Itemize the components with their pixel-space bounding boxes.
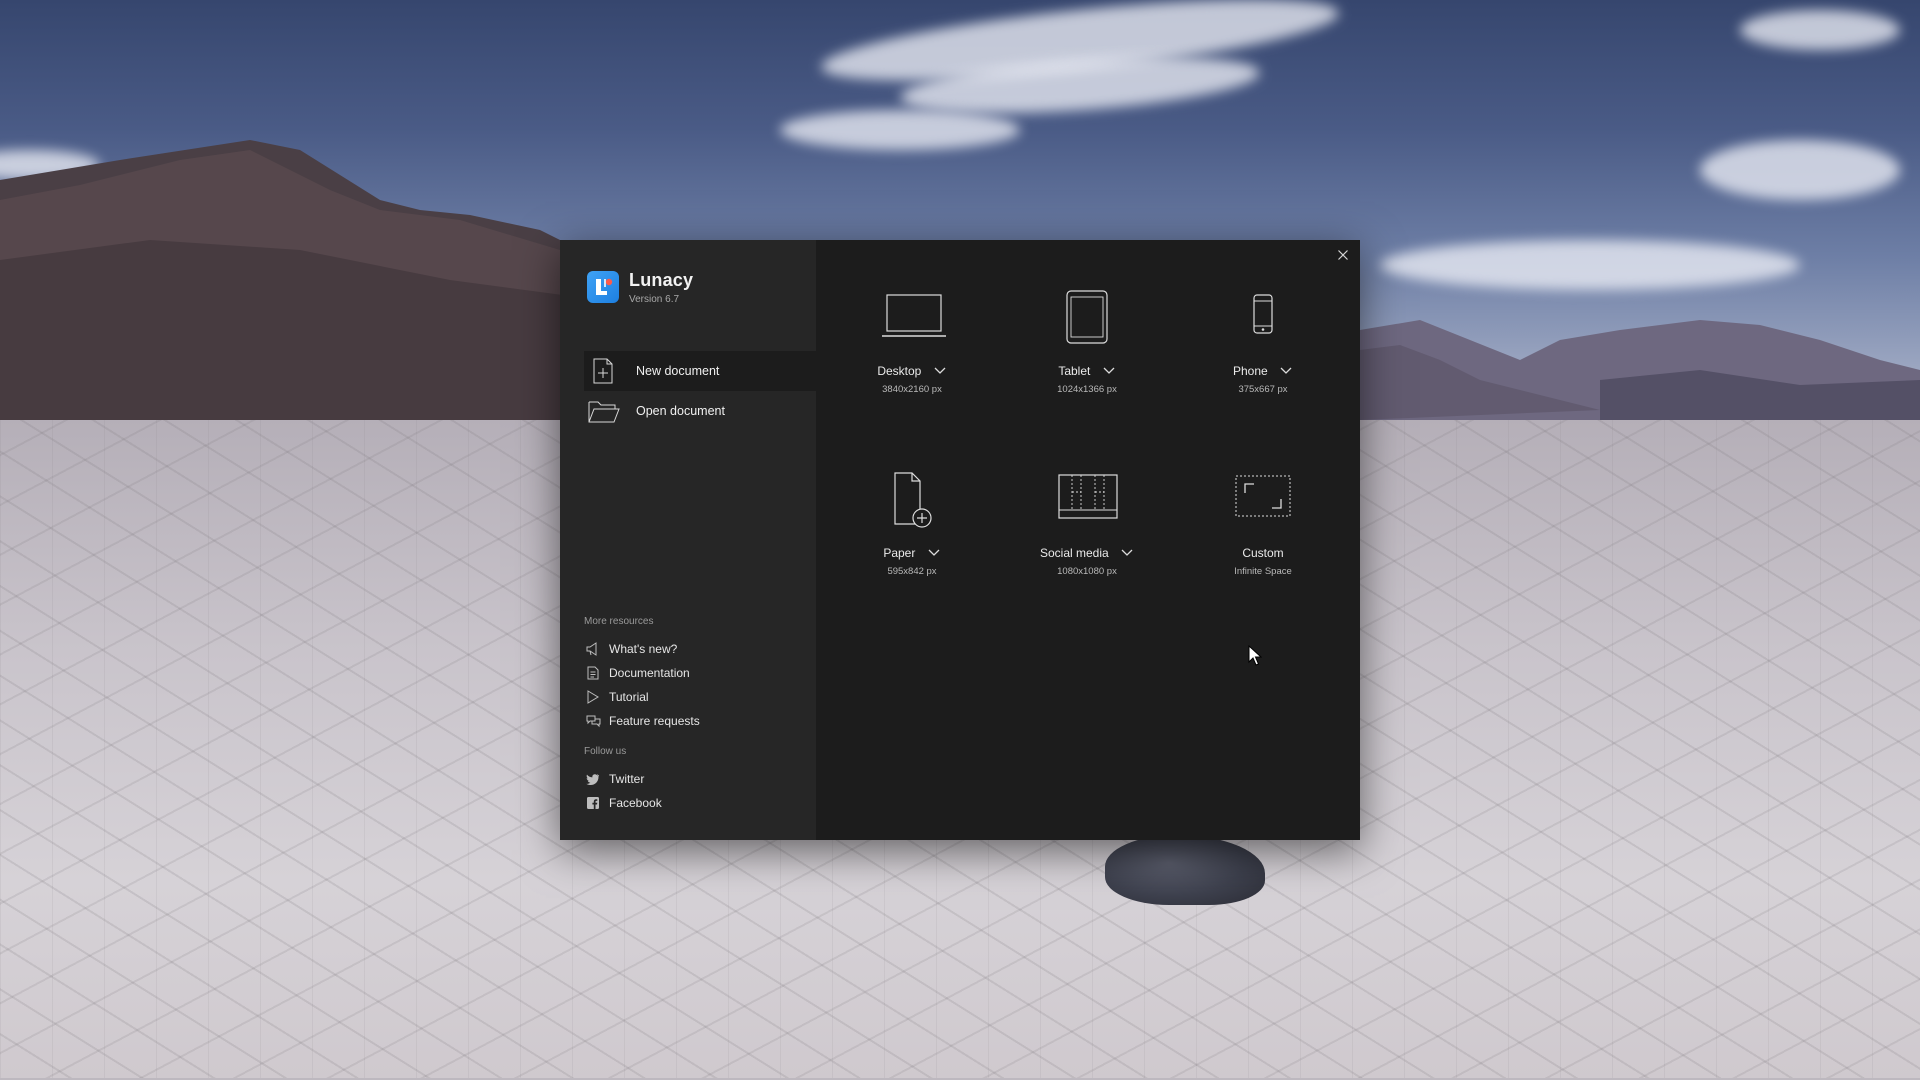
template-size: 1080x1080 px — [1057, 566, 1117, 577]
whats-new-label: What's new? — [609, 642, 678, 656]
chevron-down-icon[interactable] — [1102, 366, 1116, 376]
close-icon — [1338, 250, 1348, 260]
template-custom[interactable]: Custom Infinite Space — [1188, 472, 1338, 602]
chevron-down-icon[interactable] — [927, 548, 941, 558]
template-size: 375x667 px — [1238, 384, 1288, 395]
social-grid-icon — [1057, 472, 1118, 528]
template-name: Desktop — [877, 363, 922, 378]
documentation-link[interactable]: Documentation — [584, 663, 804, 683]
template-phone[interactable]: Phone 375x667 px — [1188, 290, 1338, 420]
app-version: Version 6.7 — [629, 294, 680, 305]
template-name: Paper — [883, 545, 916, 560]
documentation-label: Documentation — [609, 666, 690, 680]
tutorial-link[interactable]: Tutorial — [584, 687, 804, 707]
play-icon — [586, 690, 600, 704]
open-document-label: Open document — [636, 404, 725, 418]
template-tablet[interactable]: Tablet 1024x1366 px — [1012, 290, 1162, 420]
template-name: Phone — [1232, 363, 1268, 378]
new-document-label: New document — [636, 364, 720, 378]
chevron-down-icon[interactable] — [933, 366, 947, 376]
facebook-icon — [586, 796, 600, 810]
megaphone-icon — [586, 642, 600, 656]
close-button[interactable] — [1332, 244, 1354, 266]
template-name: Tablet — [1058, 363, 1091, 378]
new-document-icon — [588, 357, 616, 385]
tutorial-label: Tutorial — [609, 690, 649, 704]
chevron-down-icon[interactable] — [1120, 548, 1134, 558]
app-logo-icon — [587, 271, 619, 303]
template-paper[interactable]: Paper 595x842 px — [837, 472, 987, 602]
more-resources-heading: More resources — [584, 616, 654, 627]
new-document-button[interactable]: New document — [584, 351, 816, 391]
tablet-icon — [1057, 290, 1117, 346]
open-document-button[interactable]: Open document — [584, 391, 816, 431]
laptop-icon — [882, 290, 946, 346]
chevron-down-icon[interactable] — [1279, 366, 1293, 376]
template-name: Custom — [1242, 545, 1284, 560]
start-dialog: Lunacy Version 6.7 New document Open doc… — [560, 240, 1360, 840]
folder-icon — [588, 397, 620, 425]
sidebar: Lunacy Version 6.7 New document Open doc… — [560, 240, 816, 840]
template-size: Infinite Space — [1234, 566, 1292, 577]
phone-icon — [1233, 290, 1293, 346]
follow-us-heading: Follow us — [584, 746, 627, 757]
whats-new-link[interactable]: What's new? — [584, 639, 804, 659]
custom-frame-icon — [1233, 472, 1293, 528]
facebook-label: Facebook — [609, 796, 662, 810]
twitter-icon — [586, 772, 600, 786]
mouse-cursor-icon — [1248, 645, 1262, 666]
chat-icon — [586, 714, 601, 728]
twitter-link[interactable]: Twitter — [584, 769, 804, 789]
document-icon — [586, 666, 600, 680]
template-size: 1024x1366 px — [1057, 384, 1117, 395]
template-name: Social media — [1039, 545, 1109, 560]
template-size: 3840x2160 px — [882, 384, 942, 395]
template-size: 595x842 px — [887, 566, 937, 577]
app-name: Lunacy — [629, 270, 694, 290]
brand: Lunacy Version 6.7 — [587, 270, 807, 305]
feature-requests-label: Feature requests — [609, 714, 700, 728]
template-social-media[interactable]: Social media 1080x1080 px — [1012, 472, 1162, 602]
template-desktop[interactable]: Desktop 3840x2160 px — [837, 290, 987, 420]
feature-requests-link[interactable]: Feature requests — [584, 711, 804, 731]
paper-add-icon — [882, 472, 942, 528]
twitter-label: Twitter — [609, 772, 645, 786]
facebook-link[interactable]: Facebook — [584, 793, 804, 813]
